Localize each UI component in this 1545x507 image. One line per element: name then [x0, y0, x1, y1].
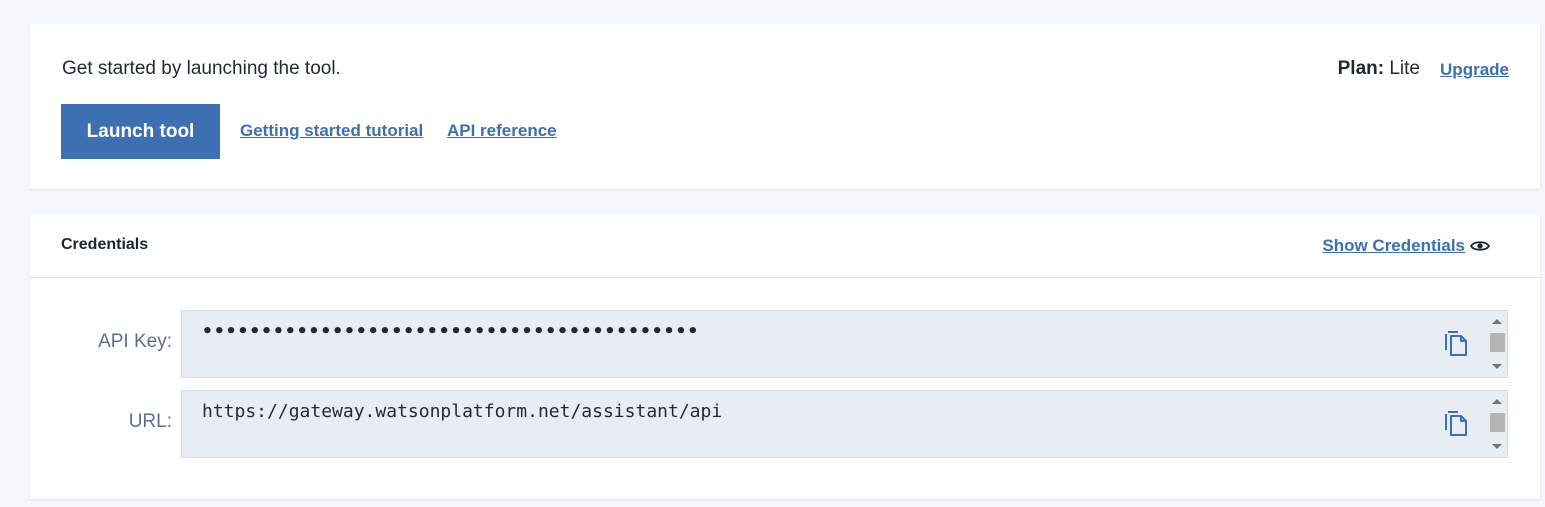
scroll-up-arrow-icon[interactable]: [1492, 399, 1502, 404]
url-scrollbar[interactable]: [1488, 393, 1506, 455]
getting-started-tutorial-link[interactable]: Getting started tutorial: [240, 121, 423, 141]
api-key-field[interactable]: ••••••••••••••••••••••••••••••••••••••••…: [181, 310, 1508, 378]
intro-text: Get started by launching the tool.: [62, 58, 341, 79]
show-credentials-link[interactable]: Show Credentials: [1322, 236, 1465, 256]
url-field[interactable]: https://gateway.watsonplatform.net/assis…: [181, 390, 1508, 458]
launch-card: Get started by launching the tool. Launc…: [30, 24, 1540, 189]
url-value[interactable]: https://gateway.watsonplatform.net/assis…: [202, 401, 722, 422]
credentials-card: Credentials Show Credentials API Key: ••…: [30, 215, 1540, 499]
eye-icon[interactable]: [1469, 239, 1491, 253]
copy-icon[interactable]: [1443, 329, 1469, 357]
api-key-value[interactable]: ••••••••••••••••••••••••••••••••••••••••…: [202, 321, 699, 342]
plan-label: Plan:: [1337, 58, 1385, 79]
scroll-thumb[interactable]: [1490, 333, 1505, 352]
credentials-header: Credentials Show Credentials: [30, 215, 1540, 278]
scroll-thumb[interactable]: [1490, 413, 1505, 432]
launch-tool-button[interactable]: Launch tool: [61, 104, 220, 159]
api-key-scrollbar[interactable]: [1488, 313, 1506, 375]
url-label: URL:: [128, 411, 172, 432]
upgrade-link[interactable]: Upgrade: [1440, 60, 1509, 80]
copy-icon[interactable]: [1443, 409, 1469, 437]
plan-info: Plan: Lite: [1338, 58, 1420, 80]
api-reference-link[interactable]: API reference: [447, 121, 557, 141]
scroll-down-arrow-icon[interactable]: [1492, 444, 1502, 449]
scroll-up-arrow-icon[interactable]: [1492, 319, 1502, 324]
scroll-down-arrow-icon[interactable]: [1492, 364, 1502, 369]
credentials-title: Credentials: [61, 236, 149, 253]
plan-value: Lite: [1389, 58, 1420, 79]
show-credentials-toggle[interactable]: Show Credentials: [1322, 236, 1491, 256]
api-key-label: API Key:: [98, 331, 172, 352]
